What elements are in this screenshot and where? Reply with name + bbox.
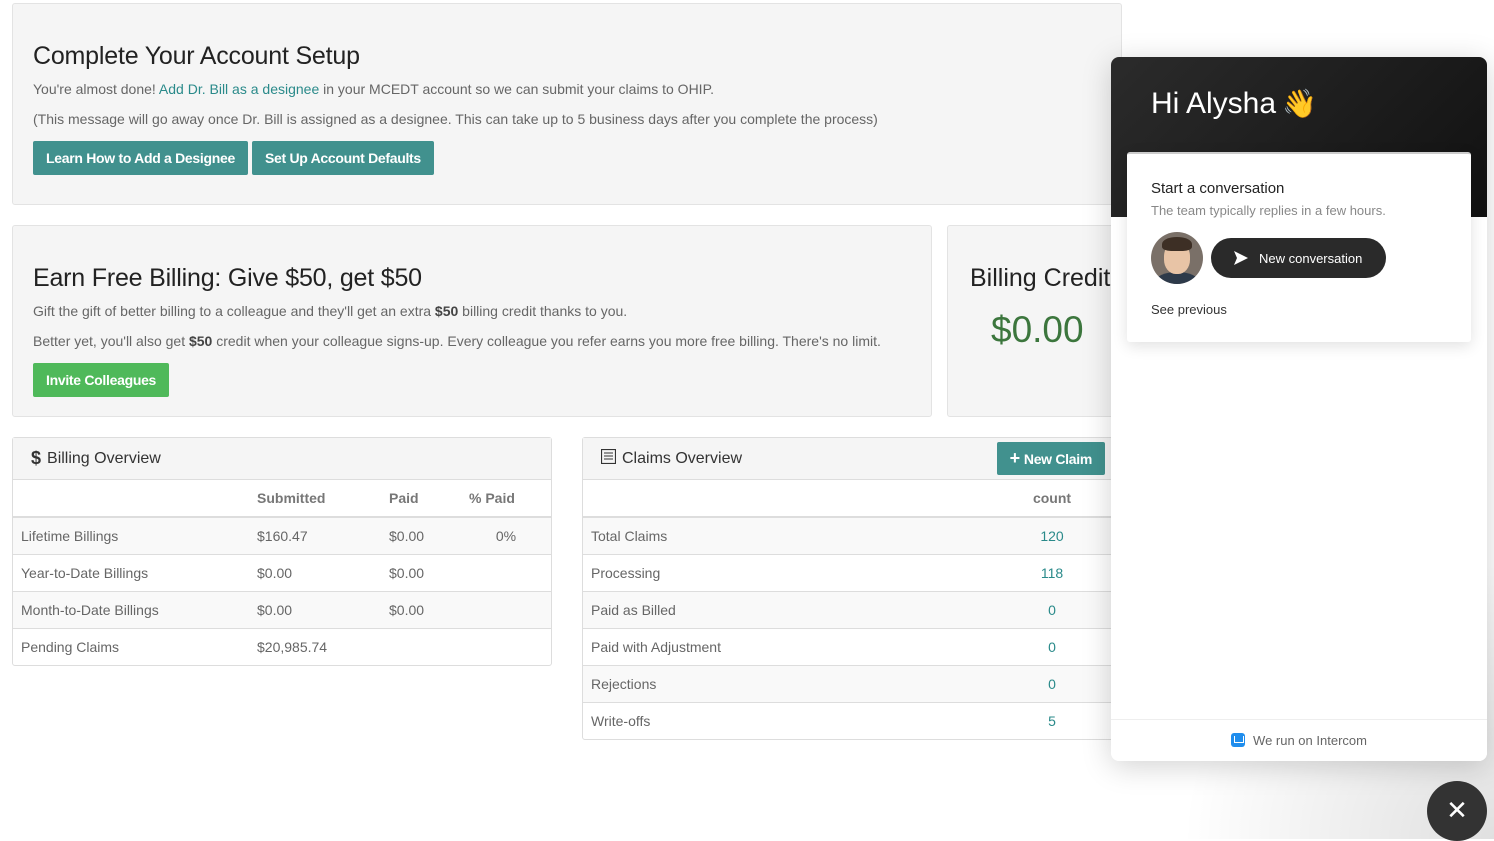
billing-overview-header: $ Billing Overview bbox=[13, 438, 551, 480]
row-label: Paid as Billed bbox=[583, 590, 983, 628]
count-link[interactable]: 0 bbox=[983, 664, 1121, 702]
intercom-footer-text: We run on Intercom bbox=[1253, 733, 1367, 748]
earn-line-2: Better yet, you'll also get $50 credit w… bbox=[33, 333, 911, 349]
start-conversation-title: Start a conversation bbox=[1151, 180, 1285, 197]
earn-title: Earn Free Billing: Give $50, get $50 bbox=[33, 264, 422, 292]
cell-paid: $0.00 bbox=[381, 517, 461, 554]
table-row: Month-to-Date Billings $0.00 $0.00 bbox=[13, 590, 551, 628]
account-setup-note: (This message will go away once Dr. Bill… bbox=[33, 111, 878, 127]
cell-paid: $0.00 bbox=[381, 590, 461, 628]
column-header-count: count bbox=[983, 480, 1121, 518]
account-setup-panel: Complete Your Account Setup You're almos… bbox=[12, 3, 1122, 205]
table-row: Year-to-Date Billings $0.00 $0.00 bbox=[13, 553, 551, 591]
row-label: Pending Claims bbox=[13, 627, 249, 665]
close-messenger-button[interactable]: ✕ bbox=[1427, 781, 1487, 841]
billing-overview-card: $ Billing Overview Submitted Paid % Paid… bbox=[12, 437, 552, 666]
count-link[interactable]: 0 bbox=[983, 590, 1121, 628]
earn-line1-suffix: billing credit thanks to you. bbox=[458, 303, 628, 319]
claims-overview-title: Claims Overview bbox=[622, 449, 743, 467]
start-conversation-card: Start a conversation The team typically … bbox=[1127, 152, 1471, 342]
setup-account-defaults-button[interactable]: Set Up Account Defaults bbox=[251, 141, 434, 175]
cell-submitted: $160.47 bbox=[249, 517, 381, 554]
setup-msg-suffix: in your MCEDT account so we can submit y… bbox=[319, 81, 714, 97]
claims-overview-header: Claims Overview + New Claim bbox=[583, 438, 1121, 480]
invite-colleagues-button[interactable]: Invite Colleagues bbox=[33, 363, 170, 397]
claims-overview-table: count Total Claims 120 Processing 118 Paid… bbox=[583, 480, 1121, 739]
intercom-messenger: Hi Alysha 👋 Start a conversation The team… bbox=[1111, 57, 1487, 761]
table-header-row: Submitted Paid % Paid bbox=[13, 480, 551, 518]
greeting: Hi Alysha 👋 bbox=[1151, 87, 1447, 121]
count-link[interactable]: 0 bbox=[983, 627, 1121, 665]
column-header bbox=[13, 480, 249, 518]
billing-overview-table: Submitted Paid % Paid Lifetime Billings … bbox=[13, 480, 551, 665]
wave-icon: 👋 bbox=[1282, 88, 1317, 119]
row-label: Paid with Adjustment bbox=[583, 627, 983, 665]
cell-paid: $0.00 bbox=[381, 553, 461, 591]
cell-percent-paid bbox=[461, 553, 551, 591]
billing-credit-panel: Billing Credit $0.00 bbox=[947, 225, 1122, 417]
table-header-row: count bbox=[583, 480, 1121, 518]
table-row: Paid as Billed 0 bbox=[583, 590, 1121, 628]
dollar-icon: $ bbox=[31, 448, 42, 468]
table-row: Pending Claims $20,985.74 bbox=[13, 627, 551, 665]
column-header bbox=[583, 480, 983, 518]
plus-icon: + bbox=[1009, 448, 1021, 468]
intercom-footer[interactable]: We run on Intercom bbox=[1111, 719, 1487, 761]
count-link[interactable]: 5 bbox=[983, 701, 1121, 739]
setup-msg-prefix: You're almost done! bbox=[33, 81, 159, 97]
row-label: Total Claims bbox=[583, 517, 983, 554]
learn-add-designee-button[interactable]: Learn How to Add a Designee bbox=[33, 141, 248, 175]
earn-line2-suffix: credit when your colleague signs-up. Eve… bbox=[212, 333, 881, 349]
count-link[interactable]: 120 bbox=[983, 517, 1121, 554]
table-row: Rejections 0 bbox=[583, 664, 1121, 702]
send-icon bbox=[1234, 251, 1248, 265]
row-label: Lifetime Billings bbox=[13, 517, 249, 554]
greeting-text: Hi Alysha bbox=[1151, 87, 1277, 120]
cell-paid bbox=[381, 627, 461, 665]
new-conversation-label: New conversation bbox=[1259, 250, 1363, 266]
account-setup-message: You're almost done! Add Dr. Bill as a de… bbox=[33, 81, 1101, 97]
cell-percent-paid bbox=[461, 590, 551, 628]
avatar bbox=[1151, 232, 1203, 284]
earn-line1-prefix: Gift the gift of better billing to a col… bbox=[33, 303, 435, 319]
earn-line2-prefix: Better yet, you'll also get bbox=[33, 333, 189, 349]
count-link[interactable]: 118 bbox=[983, 553, 1121, 591]
billing-credit-value: $0.00 bbox=[991, 309, 1084, 350]
column-header-percent-paid: % Paid bbox=[461, 480, 551, 518]
intercom-logo-icon bbox=[1231, 733, 1246, 747]
see-previous-link[interactable]: See previous bbox=[1151, 302, 1447, 317]
column-header-submitted: Submitted bbox=[249, 480, 381, 518]
table-row: Total Claims 120 bbox=[583, 517, 1121, 554]
table-row: Paid with Adjustment 0 bbox=[583, 627, 1121, 665]
row-label: Write-offs bbox=[583, 701, 983, 739]
row-label: Rejections bbox=[583, 664, 983, 702]
cell-submitted: $20,985.74 bbox=[249, 627, 381, 665]
close-icon: ✕ bbox=[1446, 795, 1468, 825]
table-row: Processing 118 bbox=[583, 553, 1121, 591]
billing-credit-title: Billing Credit bbox=[970, 264, 1111, 292]
add-designee-link[interactable]: Add Dr. Bill as a designee bbox=[159, 81, 319, 97]
column-header-paid: Paid bbox=[381, 480, 461, 518]
cell-submitted: $0.00 bbox=[249, 590, 381, 628]
table-row: Write-offs 5 bbox=[583, 701, 1121, 739]
new-claim-button[interactable]: + New Claim bbox=[996, 442, 1105, 475]
list-icon bbox=[600, 448, 617, 469]
new-claim-label: New Claim bbox=[1023, 451, 1092, 467]
reply-time-text: The team typically replies in a few hour… bbox=[1151, 203, 1386, 218]
table-row: Lifetime Billings $160.47 $0.00 0% bbox=[13, 517, 551, 554]
row-label: Processing bbox=[583, 553, 983, 591]
claims-overview-card: Claims Overview + New Claim count Total C… bbox=[582, 437, 1122, 740]
cell-percent-paid bbox=[461, 627, 551, 665]
row-label: Month-to-Date Billings bbox=[13, 590, 249, 628]
new-conversation-button[interactable]: New conversation bbox=[1211, 238, 1387, 278]
earn-line-1: Gift the gift of better billing to a col… bbox=[33, 303, 911, 319]
earn-line2-amount: $50 bbox=[188, 333, 213, 349]
cell-submitted: $0.00 bbox=[249, 553, 381, 591]
cell-percent-paid: 0% bbox=[461, 517, 551, 554]
earn-line1-amount: $50 bbox=[434, 303, 459, 319]
earn-free-billing-panel: Earn Free Billing: Give $50, get $50 Gif… bbox=[12, 225, 932, 417]
billing-overview-title: Billing Overview bbox=[47, 449, 161, 467]
account-setup-title: Complete Your Account Setup bbox=[33, 42, 360, 70]
row-label: Year-to-Date Billings bbox=[13, 553, 249, 591]
